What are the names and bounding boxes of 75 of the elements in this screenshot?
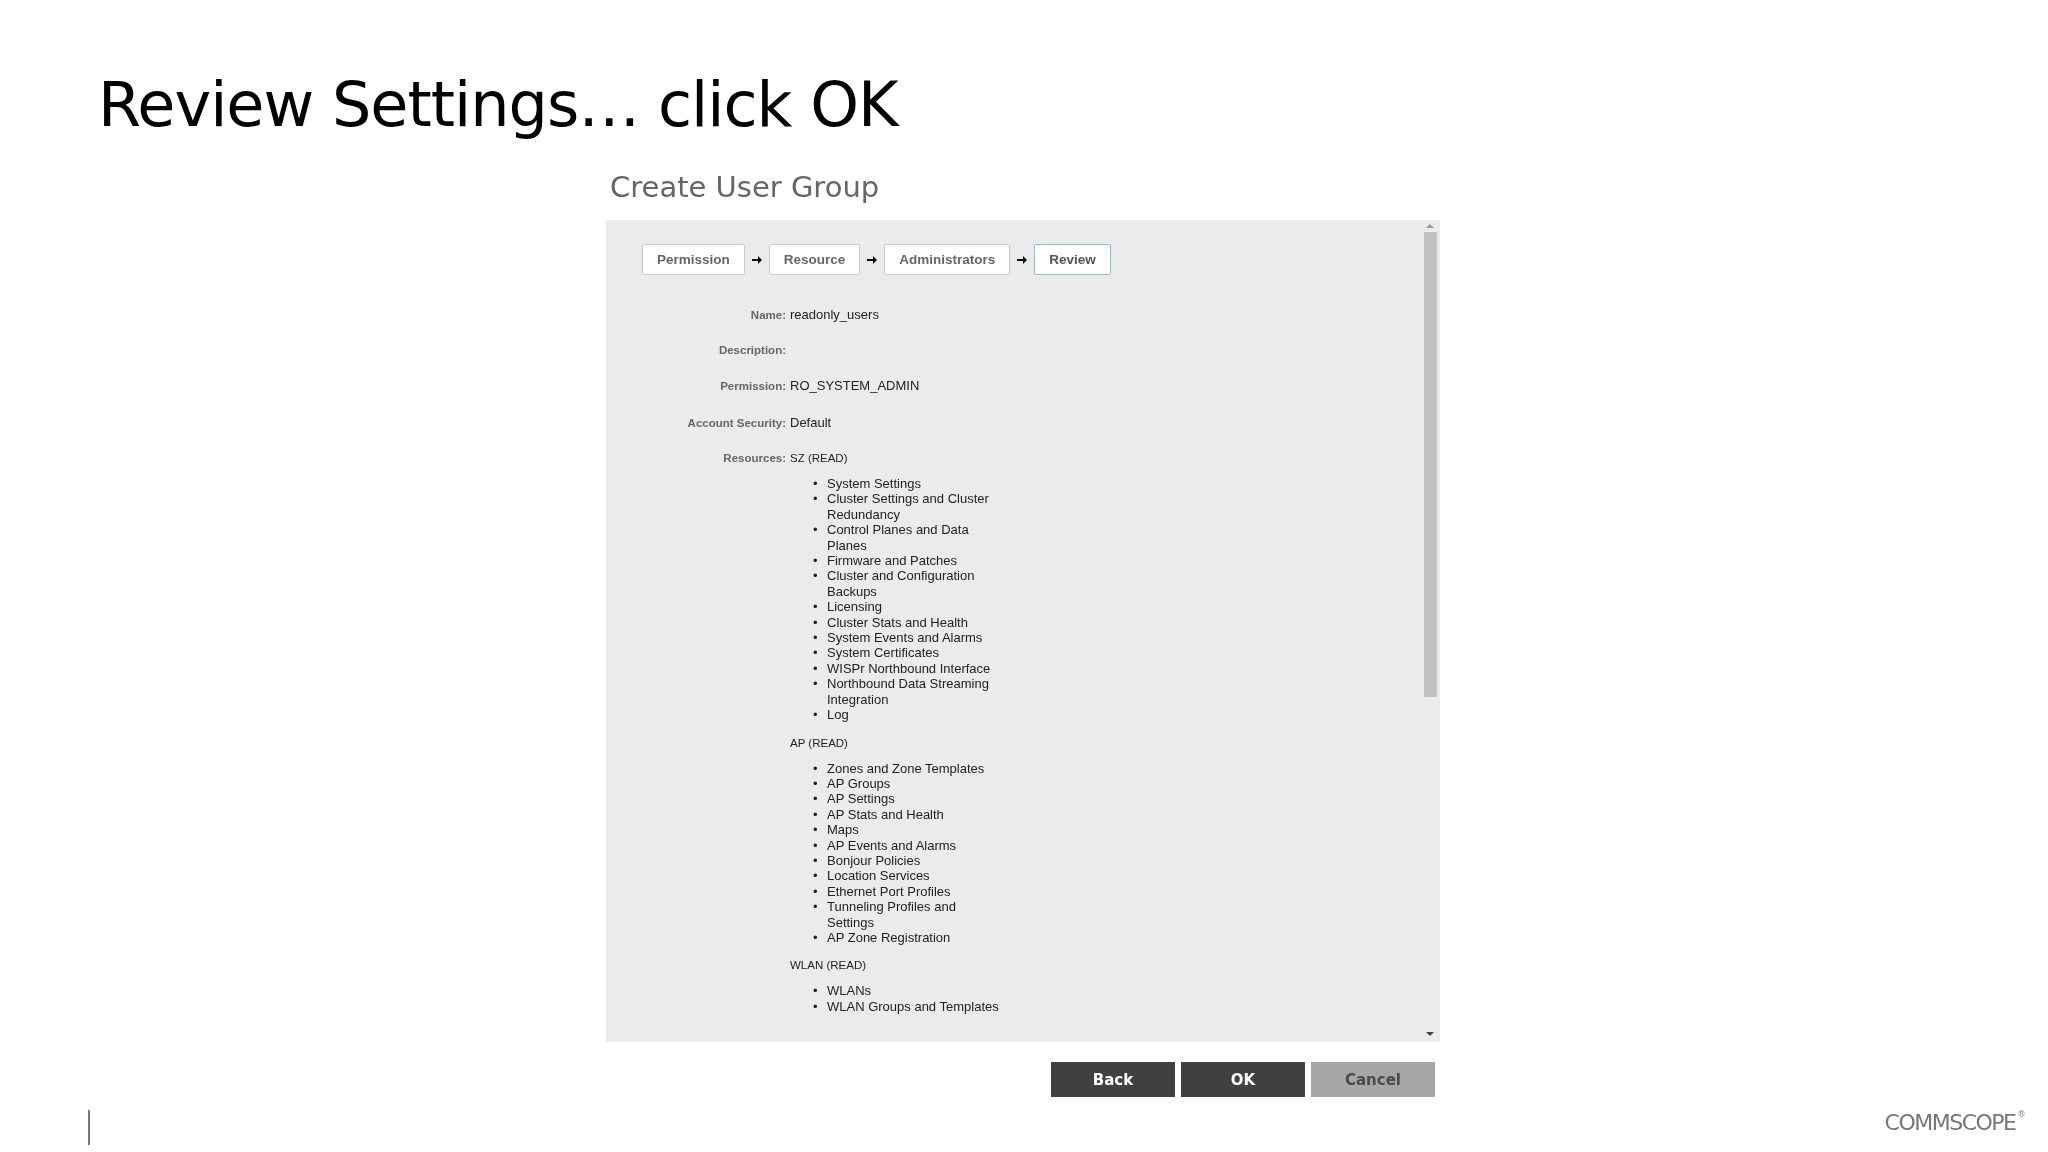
resource-item: WLAN Groups and Templates: [827, 998, 1000, 1015]
resource-item: Tunneling Profiles and Settings: [827, 899, 957, 930]
dialog-title: Create User Group: [610, 170, 880, 204]
bullet: •: [813, 707, 819, 723]
dialog-button[interactable]: Back: [1051, 1062, 1175, 1097]
resource-item: WISPr Northbound Interface: [827, 660, 992, 677]
resource-item: Control Planes and Data Planes: [827, 522, 970, 554]
company-logo: COMMSCOPE®: [1884, 1110, 2024, 1135]
bullet: •: [813, 491, 819, 507]
wizard-step[interactable]: Review: [1034, 244, 1111, 275]
arrow-icon: [866, 253, 879, 266]
bullet: •: [813, 929, 819, 946]
group-name: SZ (READ): [790, 452, 848, 464]
scroll-up-icon[interactable]: [1426, 224, 1434, 228]
resource-item: WLANs: [827, 983, 873, 999]
resource-item: Licensing: [827, 599, 883, 615]
resource-item: Ethernet Port Profiles: [827, 883, 952, 900]
bullet: •: [813, 852, 819, 869]
bullet: •: [813, 568, 819, 584]
resource-item: Location Services: [827, 868, 931, 884]
wizard-step[interactable]: Resource: [768, 244, 861, 275]
bullet: •: [813, 760, 819, 776]
resource-item: Cluster Stats and Health: [827, 614, 969, 631]
scroll-down-icon[interactable]: [1426, 1032, 1434, 1036]
bullet: •: [813, 983, 819, 999]
bullet: •: [813, 998, 819, 1015]
resource-item: AP Events and Alarms: [827, 837, 958, 853]
resource-item: Zones and Zone Templates: [827, 760, 986, 776]
field-label: Name:: [749, 309, 786, 321]
resource-item: Firmware and Patches: [827, 553, 959, 569]
arrow-icon: [750, 253, 763, 266]
field-label: Description:: [717, 344, 786, 356]
resource-item: Log: [827, 707, 850, 723]
field-value: RO_SYSTEM_ADMIN: [790, 378, 920, 393]
bullet: •: [813, 791, 819, 807]
resource-item: AP Stats and Health: [827, 806, 945, 823]
resource-item: Bonjour Policies: [827, 852, 922, 869]
resource-item: Northbound Data Streaming Integration: [827, 676, 990, 708]
bullet: •: [813, 676, 819, 692]
bullet: •: [813, 522, 819, 538]
resource-item: AP Groups: [827, 775, 892, 792]
slide-title: Review Settings… click OK: [98, 67, 898, 143]
bullet: •: [813, 899, 819, 915]
bullet: •: [813, 837, 819, 853]
resource-item: System Settings: [827, 476, 922, 492]
bullet: •: [813, 476, 819, 492]
bullet: •: [813, 868, 819, 884]
group-name: AP (READ): [790, 736, 848, 749]
resource-item: System Events and Alarms: [827, 630, 984, 646]
wizard-step[interactable]: Administrators: [884, 244, 1011, 275]
bullet: •: [813, 599, 819, 615]
resource-item: AP Zone Registration: [827, 929, 952, 946]
resource-item: Maps: [827, 822, 860, 838]
bullet: •: [813, 630, 819, 646]
bullet: •: [813, 822, 819, 838]
bullet: •: [813, 883, 819, 900]
wizard-step[interactable]: Permission: [642, 244, 745, 275]
field-label: Permission:: [719, 380, 786, 392]
arrow-icon: [1016, 253, 1029, 266]
resource-item: Cluster and Configuration Backups: [827, 568, 976, 600]
bullet: •: [813, 645, 819, 661]
field-value: readonly_users: [790, 307, 879, 322]
dialog-button[interactable]: OK: [1181, 1062, 1305, 1097]
bullet: •: [813, 614, 819, 631]
field-label: Resources:: [722, 452, 786, 464]
resource-item: AP Settings: [827, 791, 896, 807]
field-label: Account Security:: [686, 417, 786, 429]
bullet: •: [813, 660, 819, 677]
bullet: •: [813, 775, 819, 792]
bullet: •: [813, 806, 819, 823]
resource-item: Cluster Settings and Cluster Redundancy: [827, 491, 990, 523]
field-value: Default: [790, 415, 832, 430]
group-name: WLAN (READ): [790, 959, 867, 972]
bullet: •: [813, 553, 819, 569]
resource-item: System Certificates: [827, 645, 940, 661]
